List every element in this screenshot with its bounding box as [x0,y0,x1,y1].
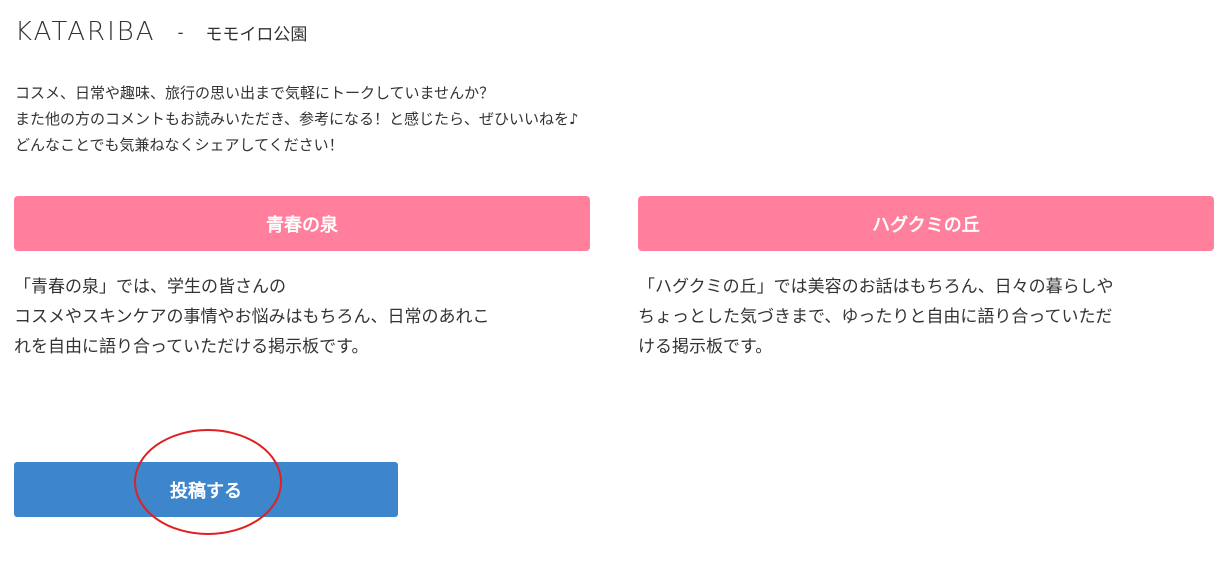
board-seishun: 青春の泉 「青春の泉」では、学生の皆さんの コスメやスキンケアの事情やお悩みはも… [14,196,590,362]
site-header: KATARIBA - モモイロ公園 [15,14,307,50]
board-description: 「ハグクミの丘」では美容のお話はもちろん、日々の暮らしや ちょっとした気づきまで… [638,272,1214,362]
page-title: モモイロ公園 [205,24,308,45]
board-title-button[interactable]: 青春の泉 [14,196,590,251]
board-description-line: コスメやスキンケアの事情やお悩みはもちろん、日常のあれこ [14,307,490,327]
board-description-line: ける掲示板です。 [638,337,773,357]
board-hagukumi: ハグクミの丘 「ハグクミの丘」では美容のお話はもちろん、日々の暮らしや ちょっと… [638,196,1214,362]
header-separator: - [177,22,184,42]
intro-line: コスメ、日常や趣味、旅行の思い出まで気軽にトークしていませんか？ [15,84,495,102]
board-description-line: れを自由に語り合っていただける掲示板です。 [14,337,369,357]
post-button[interactable]: 投稿する [14,462,398,517]
board-description-line: ちょっとした気づきまで、ゆったりと自由に語り合っていただ [638,307,1113,327]
intro-line: どんなことでも気兼ねなくシェアしてください！ [15,136,344,154]
board-description-line: 「青春の泉」では、学生の皆さんの [14,277,286,297]
intro-text: コスメ、日常や趣味、旅行の思い出まで気軽にトークしていませんか？ また他の方のコ… [15,80,579,158]
board-title-button[interactable]: ハグクミの丘 [638,196,1214,251]
board-description: 「青春の泉」では、学生の皆さんの コスメやスキンケアの事情やお悩みはもちろん、日… [14,272,590,362]
site-logo[interactable]: KATARIBA [15,17,156,47]
intro-line: また他の方のコメントもお読みいただき、参考になる！と感じたら、ぜひいいねを♪ [15,110,579,128]
board-description-line: 「ハグクミの丘」では美容のお話はもちろん、日々の暮らしや [638,277,1114,297]
